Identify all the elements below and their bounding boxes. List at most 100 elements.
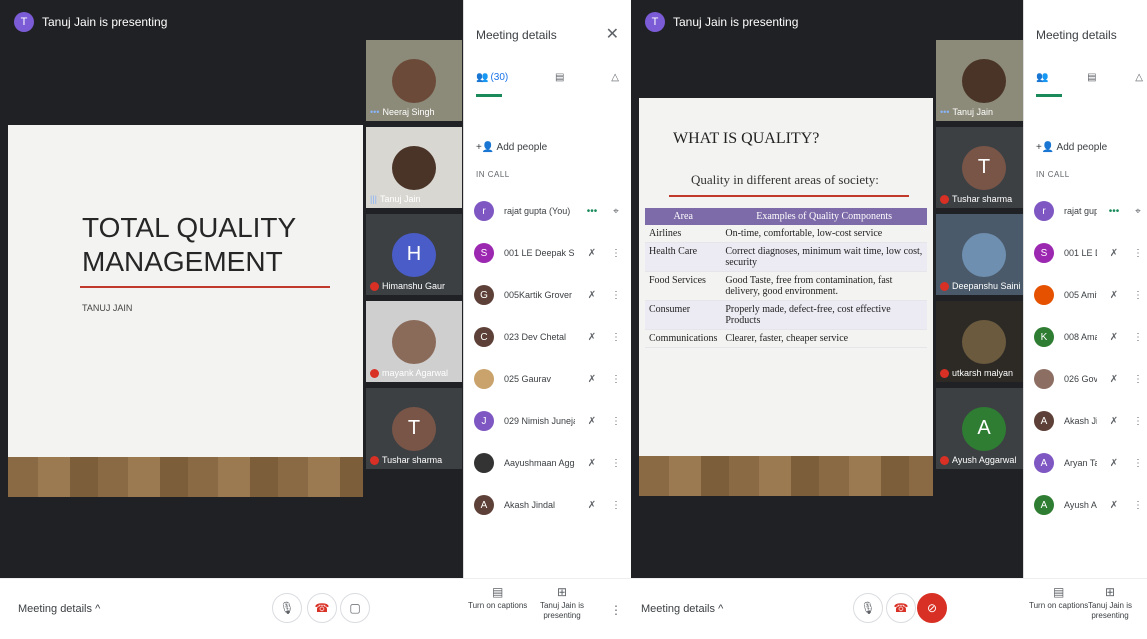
mic-off-icon[interactable]: ✗ bbox=[1107, 416, 1121, 427]
more-options-icon[interactable]: ⋮ bbox=[1131, 374, 1145, 385]
avatar: A bbox=[1034, 495, 1054, 515]
speaking-dots-icon[interactable]: ••• bbox=[585, 206, 599, 217]
table-cell: Communications bbox=[645, 329, 722, 348]
mic-off-icon[interactable]: ✗ bbox=[1107, 248, 1121, 259]
table-cell: Clearer, faster, cheaper service bbox=[721, 329, 927, 348]
mic-button[interactable]: 🎙 bbox=[853, 593, 883, 623]
presenting-banner: T Tanuj Jain is presenting bbox=[645, 12, 798, 32]
tile-tushar[interactable]: T Tushar sharma bbox=[366, 388, 462, 469]
tab-people[interactable]: 👥 (30) bbox=[476, 72, 508, 83]
mic-button[interactable]: 🎙 bbox=[272, 593, 302, 623]
mic-off-icon[interactable]: ✗ bbox=[585, 248, 599, 259]
speaking-dots-icon[interactable]: ••• bbox=[1107, 206, 1121, 217]
tile-name: ||| Tanuj Jain bbox=[370, 194, 421, 204]
participant-row[interactable]: G 005Kartik Grover ✗ ⋮ bbox=[474, 274, 623, 316]
participant-name: 001 LE Deepak Sheoran bbox=[1064, 248, 1097, 258]
tile-tanuj[interactable]: ||| Tanuj Jain bbox=[366, 127, 462, 208]
tile-tanuj[interactable]: ••• Tanuj Jain bbox=[936, 40, 1023, 121]
participant-row[interactable]: K 008 Aman Kaushik ✗ ⋮ bbox=[1034, 316, 1145, 358]
more-options-icon[interactable]: ⋮ bbox=[609, 290, 623, 301]
more-options-icon[interactable]: ⋮ bbox=[609, 458, 623, 469]
table-row: Food Services Good Taste, free from conta… bbox=[645, 271, 927, 301]
participant-row[interactable]: A Ayush Aggarwal ✗ ⋮ bbox=[1034, 484, 1145, 526]
meeting-details-button[interactable]: Meeting details ^ bbox=[18, 603, 100, 615]
slide-title-line1: TOTAL QUALITY bbox=[82, 212, 297, 243]
mic-off-icon[interactable]: ✗ bbox=[585, 416, 599, 427]
bottom-bar: Meeting details ^ 🎙 ☎ ▢ ▤ Turn on caption… bbox=[0, 578, 631, 639]
meeting-details-button[interactable]: Meeting details ^ bbox=[641, 603, 723, 615]
mic-off-icon[interactable]: ✗ bbox=[1107, 332, 1121, 343]
tab-chat[interactable]: ▤ bbox=[555, 72, 564, 83]
tile-deepanshu[interactable]: Deepanshu Saini bbox=[936, 214, 1023, 295]
table-cell: On-time, comfortable, low-cost service bbox=[721, 225, 927, 243]
add-people-button[interactable]: +👤 Add people bbox=[476, 142, 547, 153]
leave-call-button[interactable]: ☎ bbox=[307, 593, 337, 623]
presentation-stage: T Tanuj Jain is presenting WHAT IS QUALI… bbox=[631, 0, 1023, 578]
more-options-icon[interactable]: ⋮ bbox=[609, 374, 623, 385]
leave-call-button[interactable]: ☎ bbox=[886, 593, 916, 623]
more-options-icon[interactable]: ⋮ bbox=[609, 500, 623, 511]
participant-row[interactable]: A Akash Jindal ✗ ⋮ bbox=[474, 484, 623, 526]
pin-icon[interactable]: ⌖ bbox=[609, 206, 623, 217]
avatar bbox=[1034, 369, 1054, 389]
participant-row[interactable]: 005 Amit Singh Parihar ✗ ⋮ bbox=[1034, 274, 1145, 316]
participant-row[interactable]: A Akash Jindal ✗ ⋮ bbox=[1034, 400, 1145, 442]
captions-button[interactable]: ▤ Turn on captions bbox=[468, 585, 527, 611]
more-options-icon[interactable]: ⋮ bbox=[1131, 248, 1145, 259]
tile-ayush[interactable]: A Ayush Aggarwal bbox=[936, 388, 1023, 469]
participant-row[interactable]: J 029 Nimish Juneja ✗ ⋮ bbox=[474, 400, 623, 442]
captions-icon: ▤ bbox=[491, 585, 504, 599]
mic-off-icon[interactable]: ✗ bbox=[1107, 290, 1121, 301]
more-options-icon[interactable]: ⋮ bbox=[1131, 500, 1145, 511]
more-options-icon[interactable]: ⋮ bbox=[610, 603, 622, 617]
participant-row[interactable]: S 001 LE Deepak Sheoran ✗ ⋮ bbox=[1034, 232, 1145, 274]
avatar bbox=[1034, 285, 1054, 305]
mic-icon: 🎙 bbox=[860, 601, 876, 615]
shapes-icon: △ bbox=[611, 72, 619, 83]
more-options-icon[interactable]: ⋮ bbox=[1131, 416, 1145, 427]
mic-off-icon[interactable]: ✗ bbox=[585, 500, 599, 511]
more-options-icon[interactable]: ⋮ bbox=[1131, 332, 1145, 343]
tab-activities[interactable]: △ bbox=[1135, 72, 1143, 83]
camera-off-button[interactable]: ⊘ bbox=[917, 593, 947, 623]
captions-button[interactable]: ▤ Turn on captions bbox=[1029, 586, 1088, 611]
mic-off-icon[interactable]: ✗ bbox=[585, 458, 599, 469]
mic-off-icon bbox=[370, 281, 379, 291]
presenting-button[interactable]: ⊞ Tanuj Jain is presenting bbox=[1086, 586, 1134, 621]
presenting-button[interactable]: ⊞ Tanuj Jain is presenting bbox=[535, 586, 589, 621]
tab-activities[interactable]: △ bbox=[611, 72, 619, 83]
participant-row[interactable]: r rajat gupta (You) ••• ⌖ bbox=[474, 190, 623, 232]
tile-mayank[interactable]: mayank Agarwal bbox=[366, 301, 462, 382]
more-options-icon[interactable]: ⋮ bbox=[609, 416, 623, 427]
mic-off-icon[interactable]: ✗ bbox=[1107, 458, 1121, 469]
mic-off-icon[interactable]: ✗ bbox=[1107, 374, 1121, 385]
tile-name: ••• Neeraj Singh bbox=[370, 107, 435, 117]
more-options-icon[interactable]: ⋮ bbox=[609, 332, 623, 343]
camera-button[interactable]: ▢ bbox=[340, 593, 370, 623]
tab-people[interactable]: 👥 bbox=[1036, 72, 1048, 83]
tile-neeraj[interactable]: ••• Neeraj Singh bbox=[366, 40, 462, 121]
pin-icon[interactable]: ⌖ bbox=[1131, 206, 1145, 217]
close-icon[interactable]: ✕ bbox=[606, 24, 619, 44]
tile-tushar[interactable]: T Tushar sharma bbox=[936, 127, 1023, 208]
mic-off-icon[interactable]: ✗ bbox=[585, 290, 599, 301]
participant-row[interactable]: S 001 LE Deepak Sheoran ✗ ⋮ bbox=[474, 232, 623, 274]
participant-row[interactable]: 026 Govind Suthar ✗ ⋮ bbox=[1034, 358, 1145, 400]
more-options-icon[interactable]: ⋮ bbox=[1131, 290, 1145, 301]
add-people-button[interactable]: +👤 Add people bbox=[1036, 142, 1107, 153]
mic-off-icon[interactable]: ✗ bbox=[585, 374, 599, 385]
mic-off-icon[interactable]: ✗ bbox=[1107, 500, 1121, 511]
mic-off-icon[interactable]: ✗ bbox=[585, 332, 599, 343]
participant-row[interactable]: C 023 Dev Chetal ✗ ⋮ bbox=[474, 316, 623, 358]
participant-row[interactable]: 025 Gaurav ✗ ⋮ bbox=[474, 358, 623, 400]
participant-row[interactable]: A Aryan Taneja ✗ ⋮ bbox=[1034, 442, 1145, 484]
tile-utkarsh[interactable]: utkarsh malyan bbox=[936, 301, 1023, 382]
more-options-icon[interactable]: ⋮ bbox=[1131, 458, 1145, 469]
tile-himanshu[interactable]: H Himanshu Gaur bbox=[366, 214, 462, 295]
more-options-icon[interactable]: ⋮ bbox=[609, 248, 623, 259]
tab-chat[interactable]: ▤ bbox=[1087, 72, 1096, 83]
avatar: C bbox=[474, 327, 494, 347]
participant-row[interactable]: Aayushmaan Aggarwal ✗ ⋮ bbox=[474, 442, 623, 484]
participant-row[interactable]: r rajat gupta (You) ••• ⌖ bbox=[1034, 190, 1145, 232]
add-person-icon: +👤 bbox=[1036, 142, 1057, 153]
